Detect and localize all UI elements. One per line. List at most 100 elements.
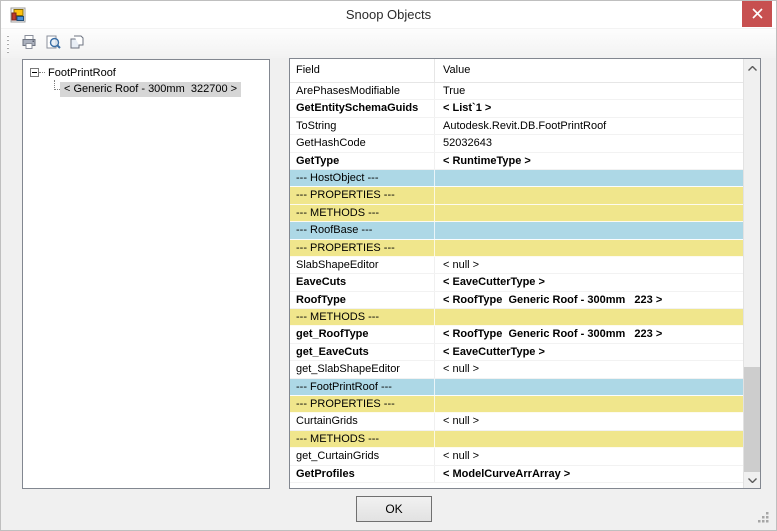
field-cell: --- METHODS ---: [290, 205, 435, 221]
scrollbar-thumb[interactable]: [744, 367, 760, 472]
table-row[interactable]: get_SlabShapeEditor< null >: [290, 361, 743, 378]
print-preview-icon: [45, 34, 61, 53]
value-cell: < List`1 >: [435, 100, 743, 116]
vertical-scrollbar[interactable]: [743, 59, 760, 488]
field-cell: get_SlabShapeEditor: [290, 361, 435, 377]
field-value-list: Field Value ArePhasesModifiableTrueGetEn…: [289, 58, 761, 489]
copy-icon: [69, 34, 85, 53]
chevron-down-icon: [748, 474, 757, 486]
value-cell: < RuntimeType >: [435, 153, 743, 169]
print-icon: [21, 34, 37, 53]
value-cell: [435, 379, 743, 395]
value-cell: Autodesk.Revit.DB.FootPrintRoof: [435, 118, 743, 134]
field-cell: get_RoofType: [290, 326, 435, 342]
value-cell: < RoofType Generic Roof - 300mm 223 >: [435, 326, 743, 342]
field-cell: get_EaveCuts: [290, 344, 435, 360]
tree-node-root[interactable]: FootPrintRoof: [23, 64, 116, 81]
value-cell: [435, 309, 743, 325]
value-cell: [435, 205, 743, 221]
snoop-objects-window: Snoop Objects: [0, 0, 777, 531]
close-button[interactable]: [742, 1, 772, 27]
field-cell: GetType: [290, 153, 435, 169]
field-cell: ArePhasesModifiable: [290, 83, 435, 99]
value-cell: < null >: [435, 257, 743, 273]
value-cell: [435, 396, 743, 412]
field-cell: EaveCuts: [290, 274, 435, 290]
toolbar-grip[interactable]: [7, 35, 9, 53]
value-cell: [435, 431, 743, 447]
table-row[interactable]: --- METHODS ---: [290, 309, 743, 326]
table-row[interactable]: get_EaveCuts< EaveCutterType >: [290, 344, 743, 361]
field-cell: --- PROPERTIES ---: [290, 187, 435, 203]
field-cell: get_CurtainGrids: [290, 448, 435, 464]
toolbar: [1, 29, 776, 58]
resize-grip-icon[interactable]: [756, 510, 770, 524]
field-cell: --- HostObject ---: [290, 170, 435, 186]
table-row[interactable]: GetHashCode52032643: [290, 135, 743, 152]
table-row[interactable]: get_CurtainGrids< null >: [290, 448, 743, 465]
value-cell: [435, 170, 743, 186]
table-row[interactable]: --- METHODS ---: [290, 205, 743, 222]
table-row[interactable]: EaveCuts< EaveCutterType >: [290, 274, 743, 291]
value-cell: < EaveCutterType >: [435, 274, 743, 290]
table-row[interactable]: --- PROPERTIES ---: [290, 396, 743, 413]
value-cell: 52032643: [435, 135, 743, 151]
field-cell: --- PROPERTIES ---: [290, 240, 435, 256]
value-cell: [435, 222, 743, 238]
copy-button[interactable]: [65, 32, 88, 55]
ok-button[interactable]: OK: [356, 496, 432, 522]
field-cell: --- PROPERTIES ---: [290, 396, 435, 412]
value-cell: < null >: [435, 361, 743, 377]
table-row[interactable]: --- METHODS ---: [290, 431, 743, 448]
field-cell: --- METHODS ---: [290, 309, 435, 325]
titlebar: Snoop Objects: [1, 1, 776, 29]
value-cell: < ModelCurveArrArray >: [435, 466, 743, 482]
table-row[interactable]: ArePhasesModifiableTrue: [290, 83, 743, 100]
tree-child-label[interactable]: < Generic Roof - 300mm 322700 >: [60, 82, 241, 97]
table-row[interactable]: --- HostObject ---: [290, 170, 743, 187]
value-cell: [435, 187, 743, 203]
close-icon: [752, 7, 763, 22]
table-row[interactable]: GetType< RuntimeType >: [290, 153, 743, 170]
field-cell: SlabShapeEditor: [290, 257, 435, 273]
scroll-down-button[interactable]: [744, 471, 760, 488]
field-cell: RoofType: [290, 292, 435, 308]
print-preview-button[interactable]: [41, 32, 64, 55]
value-cell: < EaveCutterType >: [435, 344, 743, 360]
table-row[interactable]: --- FootPrintRoof ---: [290, 379, 743, 396]
column-header-value[interactable]: Value: [435, 59, 743, 82]
value-cell: True: [435, 83, 743, 99]
field-cell: CurtainGrids: [290, 413, 435, 429]
table-row[interactable]: --- RoofBase ---: [290, 222, 743, 239]
row-container: ArePhasesModifiableTrueGetEntitySchemaGu…: [290, 83, 743, 488]
table-row[interactable]: GetEntitySchemaGuids< List`1 >: [290, 100, 743, 117]
tree-node-child[interactable]: < Generic Roof - 300mm 322700 >: [60, 81, 241, 98]
chevron-up-icon: [748, 62, 757, 74]
field-cell: --- RoofBase ---: [290, 222, 435, 238]
field-cell: --- FootPrintRoof ---: [290, 379, 435, 395]
field-cell: GetEntitySchemaGuids: [290, 100, 435, 116]
field-cell: GetProfiles: [290, 466, 435, 482]
window-title: Snoop Objects: [1, 1, 776, 29]
print-button[interactable]: [17, 32, 40, 55]
field-cell: GetHashCode: [290, 135, 435, 151]
value-cell: < null >: [435, 413, 743, 429]
table-row[interactable]: --- PROPERTIES ---: [290, 240, 743, 257]
table-row[interactable]: GetProfiles< ModelCurveArrArray >: [290, 466, 743, 483]
scroll-up-button[interactable]: [744, 59, 760, 76]
list-header: Field Value: [290, 59, 743, 83]
column-header-field[interactable]: Field: [290, 59, 435, 82]
table-row[interactable]: SlabShapeEditor< null >: [290, 257, 743, 274]
table-row[interactable]: RoofType< RoofType Generic Roof - 300mm …: [290, 292, 743, 309]
value-cell: < null >: [435, 448, 743, 464]
table-row[interactable]: CurtainGrids< null >: [290, 413, 743, 430]
table-row[interactable]: get_RoofType< RoofType Generic Roof - 30…: [290, 326, 743, 343]
field-cell: ToString: [290, 118, 435, 134]
field-cell: --- METHODS ---: [290, 431, 435, 447]
tree-collapse-toggle-icon[interactable]: [30, 68, 39, 77]
value-cell: < RoofType Generic Roof - 300mm 223 >: [435, 292, 743, 308]
table-row[interactable]: ToStringAutodesk.Revit.DB.FootPrintRoof: [290, 118, 743, 135]
table-row[interactable]: --- PROPERTIES ---: [290, 187, 743, 204]
value-cell: [435, 240, 743, 256]
tree-root-label[interactable]: FootPrintRoof: [45, 67, 116, 79]
